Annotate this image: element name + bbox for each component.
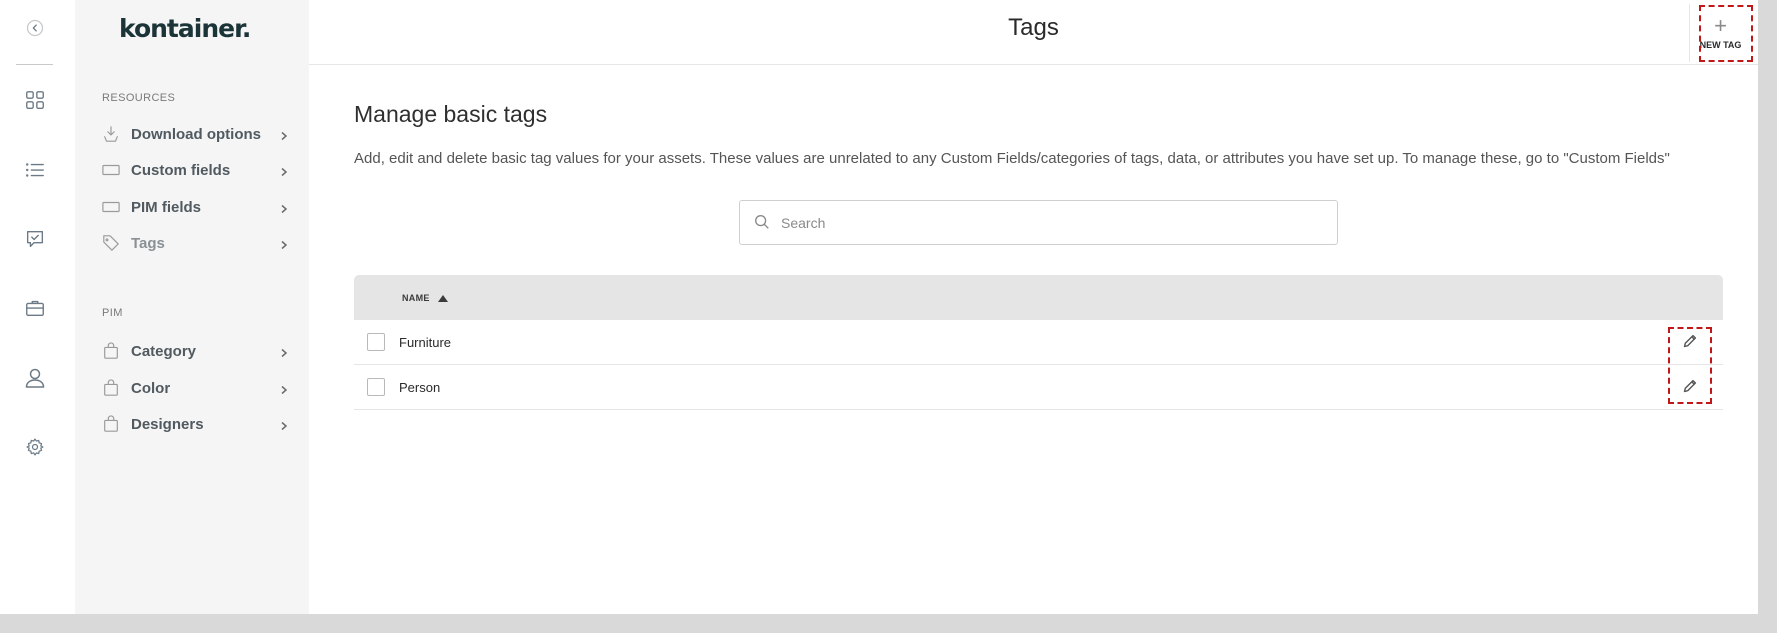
approval-icon [24, 228, 46, 255]
row-checkbox[interactable] [367, 333, 385, 351]
rail-list-button[interactable] [18, 155, 52, 189]
icon-rail [0, 0, 75, 614]
sidebar-item-label: Custom fields [131, 161, 231, 179]
new-tag-label: NEW TAG [1699, 40, 1742, 50]
search-icon [753, 213, 773, 233]
sidebar-item-label: PIM fields [131, 198, 202, 216]
field-icon [101, 160, 121, 180]
edit-tag-button[interactable] [1679, 332, 1701, 354]
new-tag-button[interactable]: + NEW TAG [1689, 4, 1751, 62]
collapse-icon [25, 18, 45, 43]
sidebar-item-color[interactable]: Color [101, 375, 291, 401]
rail-divider [16, 64, 53, 65]
column-header-label: NAME [402, 292, 430, 303]
rail-approval-button[interactable] [18, 224, 52, 258]
download-icon [101, 124, 121, 144]
chevron-right-icon [279, 128, 291, 141]
chevron-right-icon [279, 418, 291, 431]
tag-name: Furniture [399, 334, 452, 350]
window-frame-right [1758, 0, 1777, 633]
window-frame-bottom [0, 614, 1777, 633]
settings-icon [25, 437, 45, 462]
dashboard-icon [24, 89, 46, 116]
search-input[interactable] [781, 214, 1321, 231]
bag-icon [101, 378, 121, 398]
user-icon [23, 366, 47, 395]
section-label-pim: PIM [102, 307, 123, 319]
pencil-icon [1682, 378, 1698, 399]
table-row: Person [354, 365, 1723, 410]
chevron-right-icon [279, 382, 291, 395]
search-field[interactable] [739, 200, 1338, 245]
chevron-right-icon [279, 345, 291, 358]
sidebar-item-label: Category [131, 342, 197, 360]
edit-tag-button[interactable] [1679, 377, 1701, 399]
sidebar-item-label: Download options [131, 125, 261, 143]
page-title: Tags [1008, 14, 1059, 41]
page-header: Tags + NEW TAG [309, 0, 1758, 65]
bag-icon [101, 341, 121, 361]
tag-name: Person [399, 379, 441, 395]
rail-briefcase-button[interactable] [18, 293, 52, 327]
plus-icon: + [1714, 13, 1727, 38]
row-checkbox[interactable] [367, 378, 385, 396]
sidebar-item-download-options[interactable]: Download options [101, 121, 291, 147]
section-heading: Manage basic tags [354, 101, 548, 127]
sidebar-item-custom-fields[interactable]: Custom fields [101, 157, 291, 183]
tag-icon [101, 233, 121, 253]
chevron-right-icon [279, 201, 291, 214]
kontainer-logo[interactable]: kontainer. [119, 14, 251, 43]
section-description: Add, edit and delete basic tag values fo… [354, 150, 1670, 167]
list-icon [24, 159, 46, 186]
sidebar-item-pim-fields[interactable]: PIM fields [101, 194, 291, 220]
sidebar-item-label: Color [131, 379, 171, 397]
sidebar-item-designers[interactable]: Designers [101, 411, 291, 437]
collapse-sidebar-button[interactable] [18, 13, 52, 47]
sidebar-item-label: Designers [131, 415, 204, 433]
table-row: Furniture [354, 320, 1723, 365]
sidebar-item-label: Tags [131, 234, 165, 252]
rail-user-button[interactable] [18, 363, 52, 397]
field-icon [101, 197, 121, 217]
resources-sidebar: kontainer. RESOURCES Download options Cu… [75, 0, 309, 614]
table-header: NAME [354, 275, 1723, 320]
sidebar-item-category[interactable]: Category [101, 338, 291, 364]
sidebar-item-tags[interactable]: Tags [101, 230, 291, 256]
column-header-name[interactable]: NAME [402, 293, 448, 303]
sort-ascending-icon [437, 294, 448, 302]
pencil-icon [1682, 333, 1698, 354]
tags-table: NAME Furniture Person [354, 275, 1723, 410]
rail-settings-button[interactable] [18, 432, 52, 466]
chevron-right-icon [279, 164, 291, 177]
section-label-resources: RESOURCES [102, 92, 176, 104]
rail-dashboard-button[interactable] [18, 85, 52, 119]
chevron-right-icon [279, 237, 291, 250]
bag-icon [101, 414, 121, 434]
briefcase-icon [24, 297, 46, 324]
